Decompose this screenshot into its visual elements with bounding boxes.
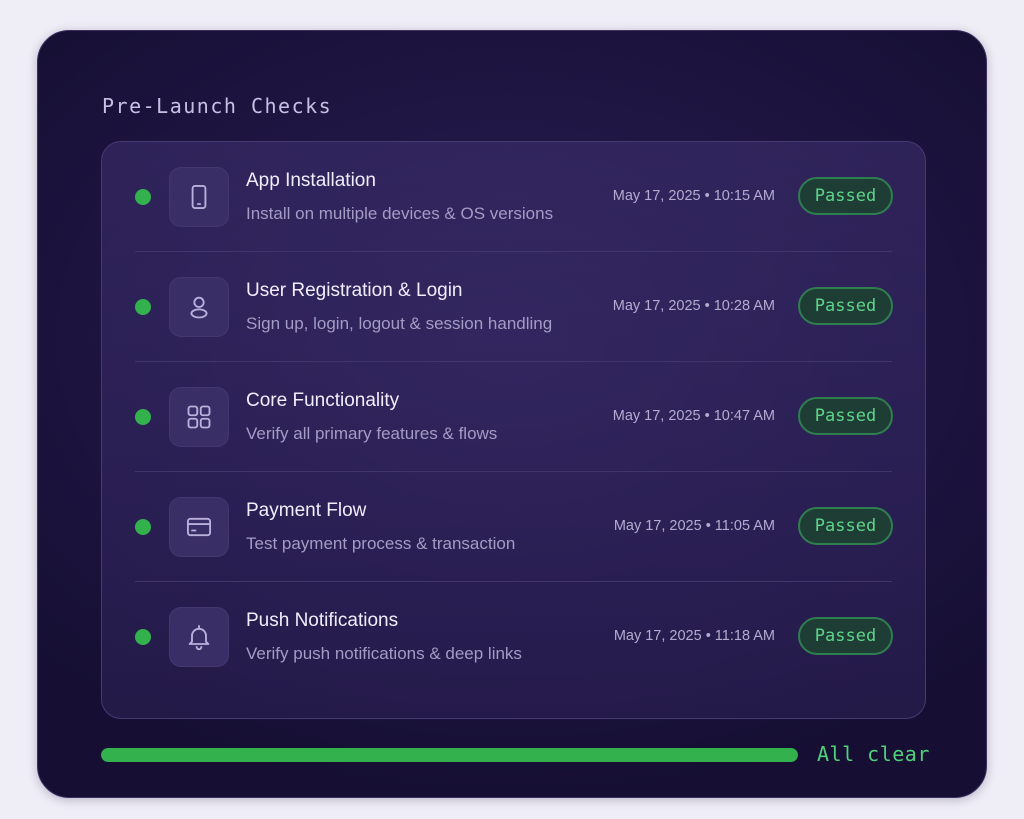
checks-list: App Installation Install on multiple dev…	[101, 141, 926, 719]
check-row-payment-flow[interactable]: Payment Flow Test payment process & tran…	[102, 472, 925, 582]
check-description: Test payment process & transaction	[246, 534, 516, 553]
status-dot	[135, 189, 151, 205]
check-row-user-registration[interactable]: User Registration & Login Sign up, login…	[102, 252, 925, 362]
progress-label: All clear	[817, 742, 930, 766]
check-description: Verify all primary features & flows	[246, 424, 498, 443]
check-title: Payment Flow	[246, 500, 367, 521]
icon-tile	[169, 497, 229, 557]
status-badge: Passed	[798, 177, 893, 215]
pre-launch-checks-panel: Pre-Launch Checks App Installation Insta…	[37, 30, 987, 798]
check-timestamp: May 17, 2025 • 10:28 AM	[612, 298, 775, 314]
check-description: Sign up, login, logout & session handlin…	[246, 314, 553, 333]
check-description: Install on multiple devices & OS version…	[246, 204, 554, 223]
status-badge: Passed	[798, 617, 893, 655]
check-timestamp: May 17, 2025 • 10:47 AM	[612, 408, 775, 424]
check-description: Verify push notifications & deep links	[246, 644, 522, 663]
status-badge: Passed	[798, 287, 893, 325]
user-icon	[190, 296, 208, 319]
check-row-core-functionality[interactable]: Core Functionality Verify all primary fe…	[102, 362, 925, 472]
status-dot	[135, 409, 151, 425]
status-dot	[135, 629, 151, 645]
check-title: User Registration & Login	[246, 280, 463, 301]
check-timestamp: May 17, 2025 • 10:15 AM	[612, 188, 775, 204]
status-dot	[135, 299, 151, 315]
check-title: Core Functionality	[246, 390, 400, 411]
bell-icon	[188, 624, 210, 651]
smartphone-icon	[191, 184, 207, 210]
icon-tile	[169, 387, 229, 447]
icon-tile	[169, 167, 229, 227]
check-timestamp: May 17, 2025 • 11:05 AM	[613, 518, 775, 534]
progress-fill	[101, 748, 798, 762]
progress-bar	[101, 748, 798, 762]
check-timestamp: May 17, 2025 • 11:18 AM	[613, 628, 775, 644]
icon-tile	[169, 607, 229, 667]
check-row-push-notifications[interactable]: Push Notifications Verify push notificat…	[102, 582, 925, 692]
status-badge: Passed	[798, 397, 893, 435]
status-dot	[135, 519, 151, 535]
status-badge: Passed	[798, 507, 893, 545]
check-title: Push Notifications	[246, 610, 399, 631]
check-title: App Installation	[246, 170, 376, 191]
check-row-app-installation[interactable]: App Installation Install on multiple dev…	[102, 142, 925, 252]
apps-grid-icon	[187, 405, 211, 429]
section-title: Pre-Launch Checks	[102, 94, 333, 118]
icon-tile	[169, 277, 229, 337]
credit-card-icon	[186, 517, 212, 537]
